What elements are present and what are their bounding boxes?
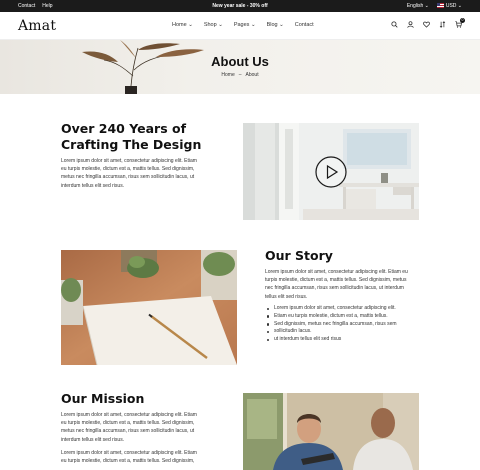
nav-contact[interactable]: Contact (295, 22, 314, 28)
list-item: Lorem ipsum dolor sit amet, consectetur … (266, 305, 397, 313)
currency-label: USD (445, 3, 457, 9)
nav-pages-label: Pages (233, 22, 250, 28)
crafting-heading: Over 240 Years of Crafting The Design (61, 121, 201, 153)
list-item: ut interdum tellus elit sed risus (266, 336, 397, 344)
story-line: nec fringilla accumsan, risus sem sollic… (265, 285, 404, 292)
cart-button[interactable]: 0 (455, 18, 465, 28)
two-men-laughing-image (243, 393, 419, 470)
site-header: Amat Home ⌄ Shop ⌄ Pages ⌄ Blog ⌄ Contac… (0, 12, 480, 40)
search-icon[interactable] (391, 21, 398, 28)
mission-line: Lorem ipsum dolor sit amet, consectetur … (61, 450, 197, 456)
mission-line: Lorem ipsum dolor sit amet, consectetur … (61, 412, 197, 418)
play-icon[interactable] (315, 156, 347, 188)
chevron-down-icon: ⌄ (457, 3, 462, 9)
story-line: Lorem ipsum dolor sit amet, consectetur … (265, 269, 408, 275)
crafting-heading-line1: Over 240 Years of (61, 121, 187, 136)
main-nav: Home ⌄ Shop ⌄ Pages ⌄ Blog ⌄ Contact (172, 22, 314, 28)
site-logo[interactable]: Amat (18, 18, 56, 34)
chevron-down-icon: ⌄ (250, 22, 256, 28)
page-hero: About Us Home – About (0, 40, 480, 94)
list-item-continuation: sollicitudin lacus. (266, 328, 397, 336)
team-photo (243, 393, 419, 470)
us-flag-icon (436, 3, 444, 9)
crafting-line: eu turpis molestie, dictum est a, mattis… (61, 166, 195, 173)
breadcrumb-current: About (245, 72, 259, 78)
room-video-thumbnail[interactable] (243, 123, 419, 220)
currency-selector[interactable]: USD ⌄ (436, 3, 462, 9)
nav-home[interactable]: Home ⌄ (172, 22, 193, 28)
nav-shop[interactable]: Shop ⌄ (204, 22, 223, 28)
crafting-line: metus nec fringilla accumsan, risus sem … (61, 174, 195, 181)
nav-home-label: Home (172, 22, 187, 28)
breadcrumb-home[interactable]: Home (221, 72, 234, 78)
breadcrumb-separator-icon: – (238, 72, 242, 78)
top-bar: Contact Help New year sale - 30% off Eng… (0, 0, 480, 12)
list-item: Etiam eu turpis molestie, dictum est a, … (266, 313, 397, 321)
wishlist-icon[interactable] (423, 21, 430, 28)
nav-pages[interactable]: Pages ⌄ (234, 22, 256, 28)
story-paragraph: Lorem ipsum dolor sit amet, consectetur … (265, 268, 408, 301)
language-selector[interactable]: English ⌄ (407, 3, 429, 9)
chevron-down-icon: ⌄ (279, 22, 284, 28)
crafting-paragraph: Lorem ipsum dolor sit amet, consectetur … (61, 157, 197, 190)
story-heading: Our Story (265, 248, 333, 263)
crafting-line: interdum tellus elit sed risus. (61, 182, 125, 189)
mission-paragraph: Lorem ipsum dolor sit amet, consectetur … (61, 411, 197, 444)
mission-paragraph-2: Lorem ipsum dolor sit amet, consectetur … (61, 449, 197, 465)
mission-line: eu turpis molestie, dictum est a, mattis… (61, 420, 195, 427)
notebook-photo (61, 250, 237, 365)
account-icon[interactable] (407, 21, 414, 28)
nav-blog[interactable]: Blog ⌄ (267, 22, 284, 28)
breadcrumb: Home – About (0, 72, 480, 78)
mission-heading: Our Mission (61, 391, 145, 406)
story-bullet-list: Lorem ipsum dolor sit amet, consectetur … (266, 305, 397, 344)
story-line: tellus elit sed risus. (265, 293, 308, 300)
list-item: Sed dignissim, metus nec fringilla accum… (266, 321, 397, 329)
chevron-down-icon: ⌄ (218, 22, 223, 28)
nav-shop-label: Shop (203, 22, 217, 28)
crafting-line: Lorem ipsum dolor sit amet, consectetur … (61, 158, 197, 164)
mission-line: metus nec fringilla accumsan, risus sem … (61, 428, 195, 435)
cart-count-badge: 0 (460, 18, 465, 23)
mission-line: eu turpis molestie, dictum est a, mattis… (61, 458, 195, 465)
page-title: About Us (211, 54, 269, 69)
chevron-down-icon: ⌄ (188, 22, 193, 28)
chevron-down-icon: ⌄ (424, 3, 429, 9)
header-icons: 0 (391, 18, 465, 28)
compare-icon[interactable] (439, 21, 446, 28)
crafting-heading-line2: Crafting The Design (61, 137, 202, 152)
locale-selectors: English ⌄ USD ⌄ (407, 3, 462, 9)
language-label: English (406, 3, 424, 9)
mission-line: interdum tellus elit sed risus. (61, 436, 125, 443)
story-line: turpis molestie, dictum est a, mattis te… (265, 277, 407, 284)
nav-blog-label: Blog (266, 22, 278, 28)
notebook-pencil-image (61, 250, 237, 365)
